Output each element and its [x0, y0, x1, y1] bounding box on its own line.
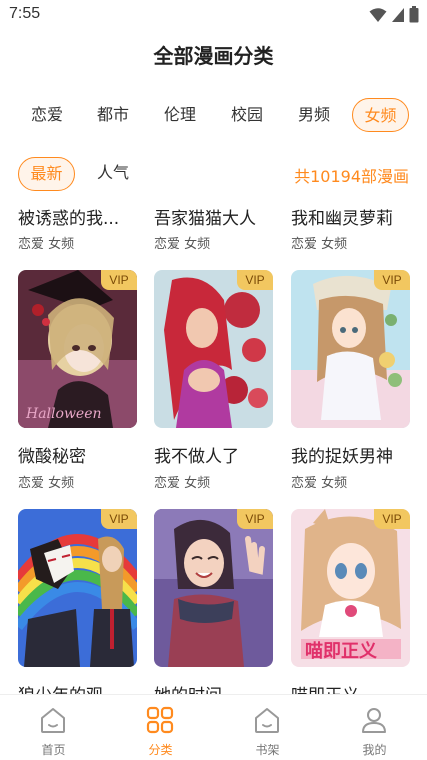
- page-title: 全部漫画分类: [153, 44, 274, 68]
- cover-art: [18, 509, 137, 667]
- comic-tags: 恋爱 女频: [291, 237, 348, 252]
- tab-ethics[interactable]: 伦理: [155, 98, 205, 132]
- nav-profile-label: 我的: [362, 743, 387, 757]
- signal-icon: [392, 7, 404, 22]
- comic-title: 微酸秘密: [18, 447, 86, 467]
- category-tabs: 恋爱 都市 伦理 校园 男频 女频: [0, 98, 427, 134]
- comic-title: 我的捉妖男神: [291, 447, 393, 467]
- comic-title: 狼少年的观: [18, 681, 143, 694]
- bookshelf-icon: [255, 708, 279, 733]
- comic-cover[interactable]: VIP: [154, 270, 273, 428]
- comic-title: 吾家猫猫大人: [154, 209, 256, 229]
- comic-title: 我不做人了: [154, 447, 239, 467]
- svg-text:喵即正义: 喵即正义: [305, 640, 377, 662]
- tab-urban[interactable]: 都市: [88, 98, 138, 132]
- comic-cover[interactable]: VIP: [18, 509, 137, 667]
- nav-home[interactable]: 首页: [0, 695, 107, 760]
- status-time: 7:55: [9, 5, 41, 22]
- comic-title: 我和幽灵萝莉: [291, 209, 393, 229]
- comic-cover[interactable]: Halloween VIP: [18, 270, 137, 428]
- cover-art: [154, 509, 273, 667]
- vip-badge: VIP: [101, 270, 137, 290]
- cover-art: 喵即正义: [291, 509, 410, 667]
- tab-female[interactable]: 女频: [352, 98, 409, 132]
- total-count: 共10194部漫画: [294, 167, 409, 186]
- vip-badge: VIP: [374, 270, 410, 290]
- nav-home-label: 首页: [41, 743, 66, 757]
- home-icon: [41, 708, 65, 733]
- svg-text:Halloween: Halloween: [25, 406, 102, 422]
- comic-cover[interactable]: 喵即正义 VIP: [291, 509, 410, 667]
- comic-cover[interactable]: VIP: [291, 270, 410, 428]
- vip-badge: VIP: [237, 270, 273, 290]
- vip-badge: VIP: [237, 509, 273, 529]
- sort-popular-button[interactable]: 人气: [88, 157, 138, 191]
- tab-campus[interactable]: 校园: [222, 98, 272, 132]
- nav-category-label: 分类: [148, 743, 173, 757]
- sort-row: 最新 人气 共10194部漫画: [0, 157, 427, 193]
- status-bar: 7:55: [0, 0, 427, 30]
- comic-tags: 恋爱 女频: [291, 476, 348, 491]
- comic-title: 她的时间: [154, 681, 279, 694]
- comic-title: 被诱惑的我...: [18, 209, 120, 229]
- nav-category[interactable]: 分类: [107, 695, 214, 760]
- cover-art: [154, 270, 273, 428]
- tab-male[interactable]: 男频: [289, 98, 339, 132]
- category-grid-icon: [146, 706, 174, 734]
- cover-art: [291, 270, 410, 428]
- tab-romance[interactable]: 恋爱: [22, 98, 72, 132]
- comic-tags: 恋爱 女频: [18, 237, 75, 252]
- vip-badge: VIP: [374, 509, 410, 529]
- comic-title: 喵即正义: [291, 681, 416, 694]
- battery-icon: [409, 6, 419, 23]
- status-icons: [369, 6, 419, 23]
- nav-profile[interactable]: 我的: [321, 695, 427, 760]
- comic-tags: 恋爱 女频: [154, 237, 211, 252]
- comic-tags: 恋爱 女频: [154, 476, 211, 491]
- vip-badge: VIP: [101, 509, 137, 529]
- nav-bookshelf-label: 书架: [255, 743, 280, 757]
- profile-icon: [362, 708, 386, 733]
- sort-latest-button[interactable]: 最新: [18, 157, 75, 191]
- bottom-nav: 首页 分类 书架 我的: [0, 694, 427, 760]
- comic-tags: 恋爱 女频: [18, 476, 75, 491]
- comic-cover[interactable]: VIP: [154, 509, 273, 667]
- nav-bookshelf[interactable]: 书架: [214, 695, 321, 760]
- comic-grid: 被诱惑的我... 恋爱 女频 吾家猫猫大人 恋爱 女频 我和幽灵萝莉 恋爱 女频: [0, 200, 427, 694]
- wifi-icon: [369, 7, 387, 22]
- cover-art: Halloween: [18, 270, 137, 428]
